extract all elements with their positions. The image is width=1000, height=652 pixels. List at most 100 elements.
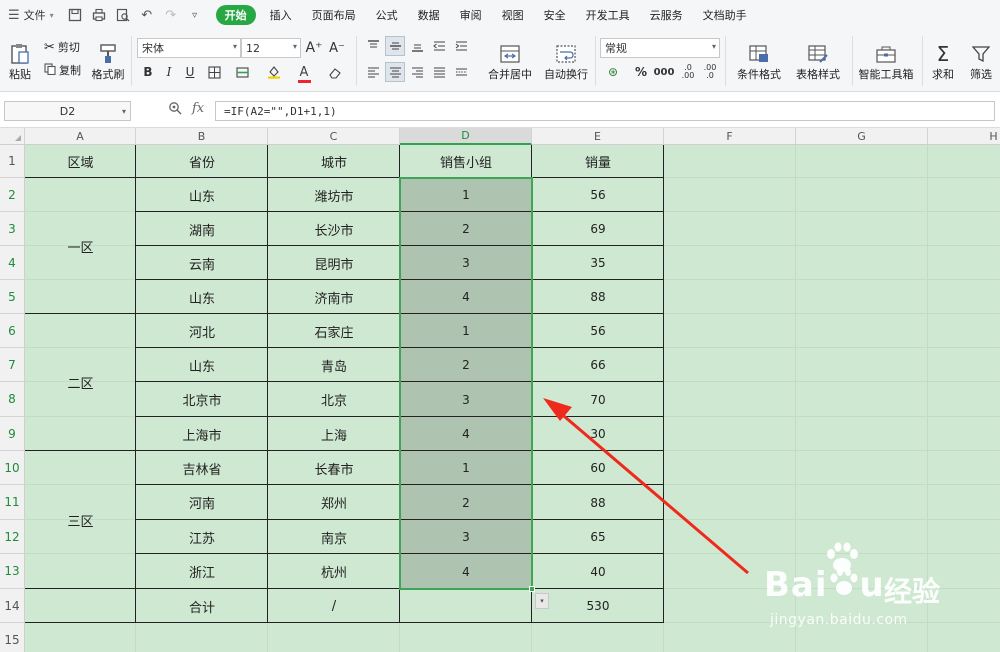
table-style-button[interactable]: 表格样式 [790, 36, 846, 82]
cell-style-icon[interactable] [232, 62, 252, 82]
filter-icon [968, 42, 994, 66]
wrap-text-button[interactable]: 自动换行 [542, 36, 590, 82]
number-format-value: 常规 [605, 42, 627, 55]
font-name-select[interactable]: 宋体 ▾ [137, 38, 241, 58]
paste-icon [7, 42, 33, 66]
font-size-value: 12 [246, 41, 260, 55]
file-menu[interactable]: ☰ 文件 ▾ [0, 4, 60, 26]
formula-input[interactable]: =IF(A2="",D1+1,1) [215, 101, 995, 121]
sum-button[interactable]: Σ 求和 [926, 36, 960, 82]
merge-center-label: 合并居中 [488, 68, 532, 81]
tab-10[interactable]: 文档助手 [693, 5, 757, 25]
undo-icon[interactable]: ↶ [136, 4, 158, 26]
hamburger-icon: ☰ [8, 7, 20, 23]
paste-button[interactable]: 粘贴 [5, 34, 35, 82]
print-preview-icon[interactable] [112, 4, 134, 26]
table-style-label: 表格样式 [796, 68, 840, 81]
format-painter-button[interactable]: 格式刷 [90, 34, 126, 82]
quick-access-toolbar: ↶ ↷ ▿ [64, 4, 206, 26]
redo-icon[interactable]: ↷ [160, 4, 182, 26]
copy-label: 复制 [59, 64, 81, 77]
paw-icon [830, 568, 858, 595]
clear-format-icon[interactable] [325, 62, 345, 82]
scissors-icon: ✂ [44, 39, 55, 55]
font-name-value: 宋体 [142, 42, 164, 55]
conditional-format-icon [746, 42, 772, 66]
align-bottom-icon[interactable] [407, 36, 427, 56]
tab-8[interactable]: 开发工具 [576, 5, 640, 25]
chevron-down-icon: ▾ [232, 42, 237, 51]
print-icon[interactable] [88, 4, 110, 26]
cut-button[interactable]: ✂ 剪切 [44, 39, 80, 55]
tab-1[interactable]: 插入 [260, 5, 302, 25]
formula-tools: fx [168, 101, 204, 119]
merge-cells-icon [497, 42, 523, 66]
decrease-decimal-icon[interactable]: .00.0 [700, 62, 720, 82]
merge-center-button[interactable]: 合并居中 [482, 36, 538, 82]
tab-2[interactable]: 页面布局 [302, 5, 366, 25]
tab-7[interactable]: 安全 [534, 5, 576, 25]
watermark-url: jingyan.baidu.com [770, 612, 908, 628]
watermark-brand: Bai u [764, 565, 885, 605]
wrap-text-icon [553, 42, 579, 66]
save-icon[interactable] [64, 4, 86, 26]
currency-icon[interactable]: ⊛ [603, 62, 623, 82]
file-menu-label: 文件 [23, 9, 46, 22]
align-middle-icon[interactable] [385, 36, 405, 56]
cut-label: 剪切 [57, 41, 80, 54]
filter-button[interactable]: 筛选 [964, 36, 998, 82]
chevron-down-icon: ▾ [121, 106, 126, 116]
menu-bar: ☰ 文件 ▾ ↶ ↷ ▿ 开始 插入 页面布局 公式 数据 审阅 视图 安全 开发工具 云服务 文档… [0, 0, 1000, 30]
conditional-format-label: 条件格式 [737, 68, 781, 81]
chevron-down-icon: ▾ [711, 42, 716, 51]
thousands-separator-icon[interactable]: 000 [654, 62, 675, 82]
align-right-icon[interactable] [407, 62, 427, 82]
justify-icon[interactable] [429, 62, 449, 82]
italic-icon[interactable]: I [159, 62, 179, 82]
distributed-align-icon[interactable] [451, 62, 471, 82]
tab-4[interactable]: 数据 [408, 5, 450, 25]
align-top-icon[interactable] [363, 36, 383, 56]
copy-icon [44, 62, 56, 78]
chevron-down-icon: ▾ [292, 42, 297, 51]
wrap-text-label: 自动换行 [544, 68, 588, 81]
smart-toolbox-label: 智能工具箱 [858, 68, 914, 81]
tab-0[interactable]: 开始 [215, 5, 256, 25]
increase-font-icon[interactable]: A⁺ [304, 38, 324, 58]
format-painter-label: 格式刷 [91, 68, 125, 81]
bold-icon[interactable]: B [138, 62, 158, 82]
underline-icon[interactable]: U [180, 62, 200, 82]
sigma-icon: Σ [936, 42, 950, 66]
font-size-select[interactable]: 12 ▾ [241, 38, 301, 58]
sum-label: 求和 [932, 68, 954, 81]
fill-color-icon[interactable] [264, 62, 284, 82]
decrease-font-icon[interactable]: A⁻ [327, 38, 347, 58]
tab-9[interactable]: 云服务 [640, 5, 693, 25]
tab-5[interactable]: 审阅 [450, 5, 492, 25]
tab-3[interactable]: 公式 [366, 5, 408, 25]
paste-label: 粘贴 [9, 68, 31, 81]
conditional-format-button[interactable]: 条件格式 [731, 36, 787, 82]
tab-6[interactable]: 视图 [492, 5, 534, 25]
spreadsheet-grid[interactable]: ABCDEFGH 1 2 3 4 5 6 7 8 9 10 11 12 13 14 15 区域 省份 城市 销售小… [0, 128, 1000, 652]
borders-icon[interactable] [204, 62, 224, 82]
percent-icon[interactable]: % [631, 62, 651, 82]
ribbon-toolbar: 粘贴 ✂ 剪切 复制 格式刷 宋体 ▾ 12 ▾ A⁺ A⁻ B I U A 合… [0, 30, 1000, 92]
ribbon-tabs: 开始 插入 页面布局 公式 数据 审阅 视图 安全 开发工具 云服务 文档助手 [212, 5, 757, 25]
decrease-indent-icon[interactable] [429, 36, 449, 56]
zoom-search-icon[interactable] [168, 101, 182, 119]
align-center-icon[interactable] [385, 62, 405, 82]
customize-toolbar-icon[interactable]: ▿ [184, 4, 206, 26]
copy-button[interactable]: 复制 [44, 62, 81, 78]
align-left-icon[interactable] [363, 62, 383, 82]
font-color-icon[interactable]: A [294, 62, 314, 83]
name-box-value: D2 [59, 104, 76, 118]
increase-indent-icon[interactable] [451, 36, 471, 56]
brush-icon [95, 42, 121, 66]
increase-decimal-icon[interactable]: .0.00 [678, 62, 698, 82]
number-format-select[interactable]: 常规 ▾ [600, 38, 720, 58]
insert-function-icon[interactable]: fx [192, 101, 204, 119]
name-box[interactable]: D2 ▾ [4, 101, 131, 121]
filter-label: 筛选 [970, 68, 992, 81]
smart-toolbox-button[interactable]: 智能工具箱 [857, 36, 915, 82]
